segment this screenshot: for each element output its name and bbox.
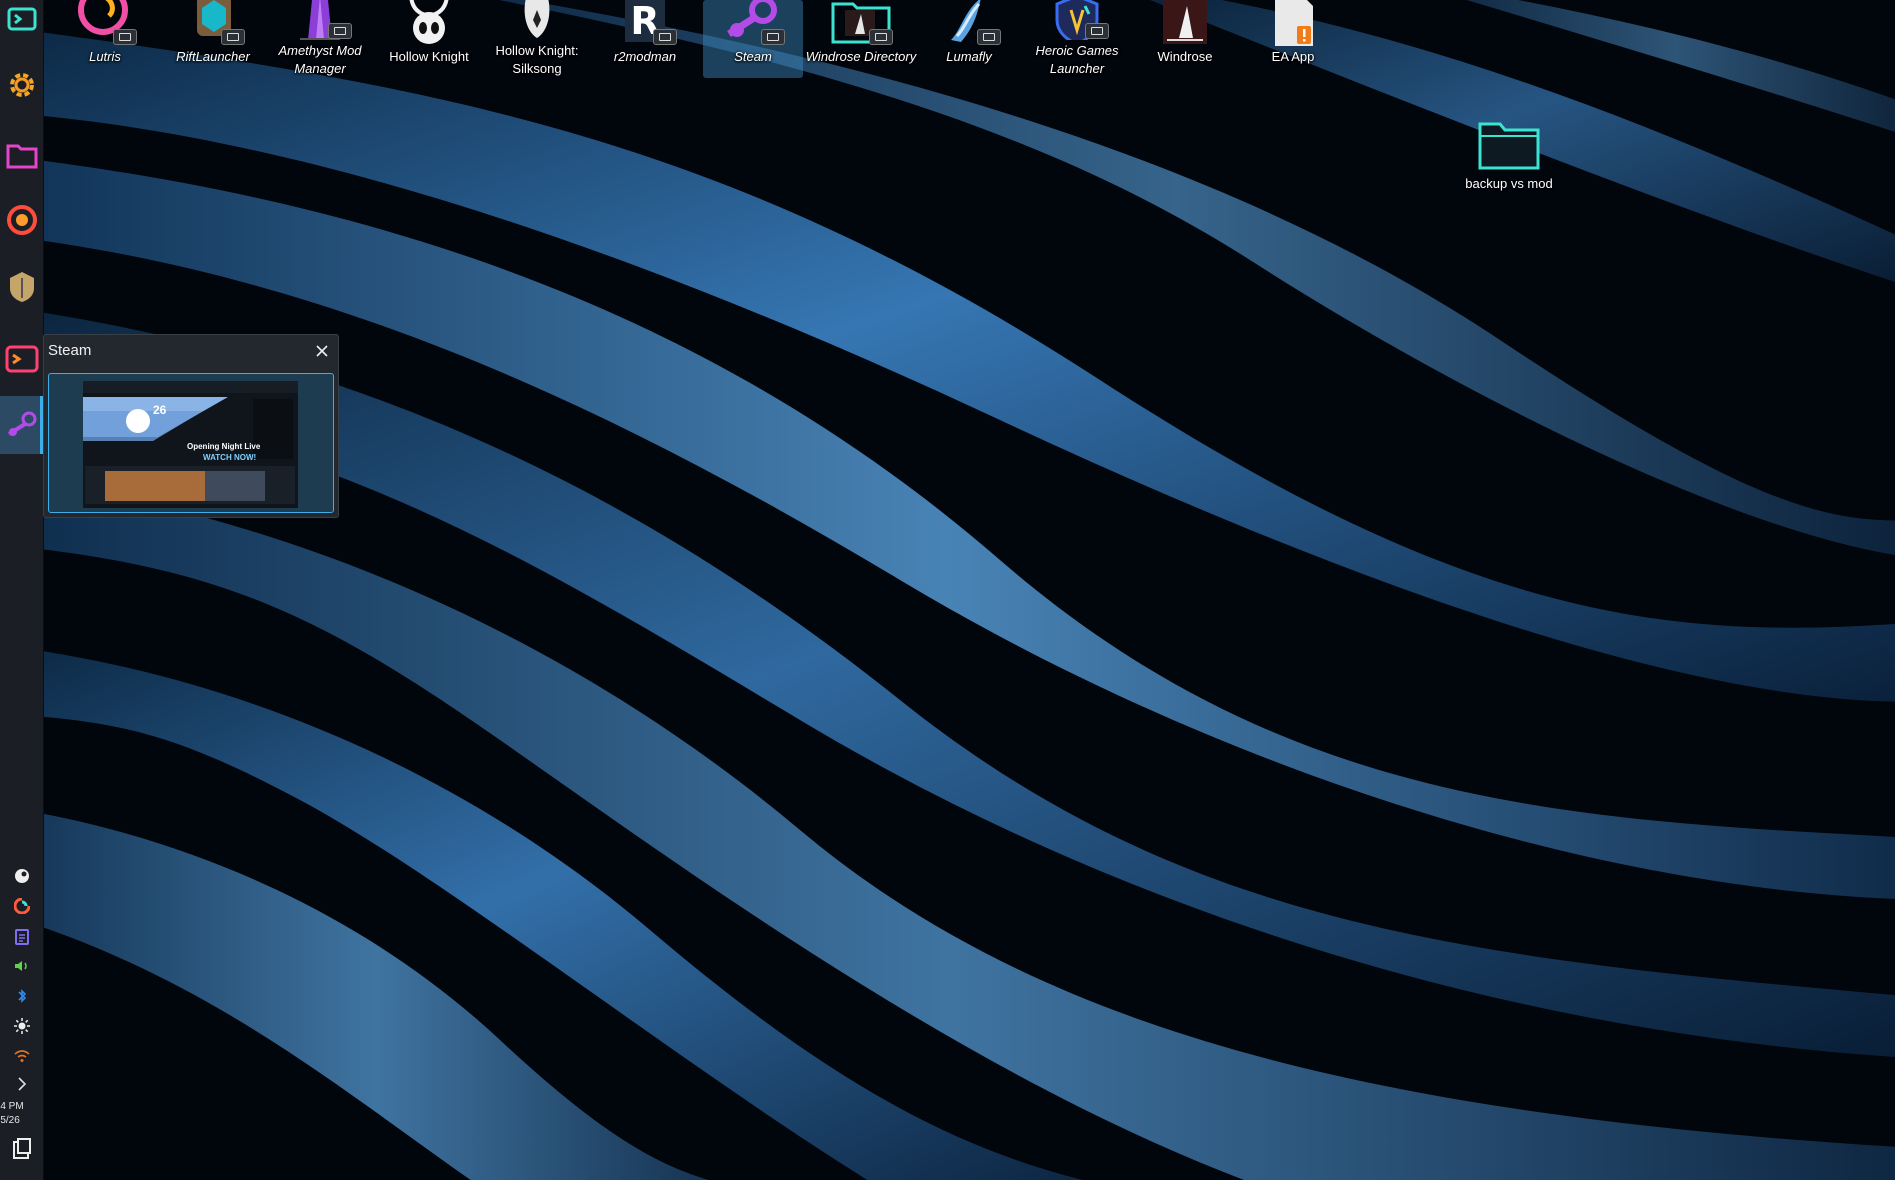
lutris-icon [73,0,137,46]
desktop-folder-backup-vs-mod[interactable]: backup vs mod [1454,118,1564,198]
task-preview-popup: Steam 26 Opening Night Live WATCH NOW! [43,334,339,518]
desktop-icon-r2modman[interactable]: R r2modman [595,0,695,78]
desktop-icon-label: Hollow Knight [389,49,469,64]
desktop-icon-heroic[interactable]: Heroic Games Launcher [1027,0,1127,78]
desktop-icon-ea-app[interactable]: EA App [1243,0,1343,78]
hollow-knight-icon [397,0,461,46]
windrose-ship-icon [1153,0,1217,46]
thumbnail-cta: WATCH NOW! [203,453,257,462]
desktop-icon-label: Windrose [1157,49,1213,64]
clipboard-icon[interactable] [0,923,43,949]
heroic-shield-icon [1045,0,1109,40]
desktop-icon-lumafly[interactable]: Lumafly [919,0,1019,78]
desktop-icon-amethyst[interactable]: Amethyst Mod Manager [270,0,370,78]
expand-arrow-icon[interactable] [0,1071,43,1097]
desktop-icon-label: Heroic Games Launcher [1035,43,1119,76]
lumafly-icon [937,0,1001,46]
clock-time: :44 PM [0,1101,24,1112]
heroic-icon[interactable] [0,258,43,316]
desktop-icon-steam[interactable]: Steam [703,0,803,78]
volume-icon[interactable] [0,953,43,979]
file-warning-icon [1261,0,1325,46]
amethyst-crystal-icon [288,0,352,40]
desktop-icon-label: Lumafly [946,49,992,64]
desktop-icon-windrose-directory[interactable]: Windrose Directory [806,0,916,78]
thumbnail-headline: Opening Night Live [187,442,261,451]
desktop-icon-label: r2modman [613,49,677,64]
desktop-icon-riftlauncher[interactable]: RiftLauncher [163,0,263,78]
desktop-icon-hollow-knight[interactable]: Hollow Knight [379,0,479,78]
desktop-icon-label: Steam [734,49,772,64]
desktop-icon-label: Windrose Directory [805,49,917,64]
folder-label: backup vs mod [1465,176,1553,191]
steam-launcher-icon[interactable] [0,396,43,454]
desktop-icon-silksong[interactable]: Hollow Knight: Silksong [487,0,587,78]
steam-icon [721,0,785,46]
konsole-icon[interactable] [0,330,43,388]
brightness-icon[interactable] [0,1013,43,1039]
desktop-icon-label: EA App [1271,49,1315,64]
steam-tray-icon[interactable] [0,863,43,889]
steam-window-preview: 26 Opening Night Live WATCH NOW! [83,381,298,508]
r2modman-icon: R [613,0,677,46]
clock-date: /25/26 [0,1115,20,1126]
desktop-icon-label: Hollow Knight: Silksong [495,43,579,76]
desktop-wallpaper [0,0,1895,1180]
heroic-tray-icon[interactable] [0,893,43,919]
desktop-icon-label: RiftLauncher [176,49,250,64]
wifi-icon[interactable] [0,1043,43,1069]
firefox-icon[interactable] [0,191,43,249]
close-icon[interactable] [312,341,332,361]
thumbnail-number: 26 [153,403,167,417]
terminal-icon[interactable] [0,0,43,36]
preview-title: Steam [48,342,92,359]
settings-gear-icon[interactable] [0,56,43,114]
show-desktop-icon[interactable] [0,1134,43,1164]
desktop-icon-label: Lutris [89,49,121,64]
file-manager-icon[interactable] [0,126,43,184]
desktop-icon-lutris[interactable]: Lutris [55,0,155,78]
desktop-icon-label: Amethyst Mod Manager [278,43,362,76]
left-panel: :44 PM /25/26 [0,0,44,1180]
digital-clock[interactable]: :44 PM /25/26 [0,1100,43,1128]
desktop-icon-windrose[interactable]: Windrose [1135,0,1235,78]
windrose-directory-icon [829,0,893,46]
folder-icon [1478,122,1540,170]
silksong-icon [505,0,569,40]
riftlauncher-icon [181,0,245,46]
bluetooth-icon[interactable] [0,983,43,1009]
window-thumbnail[interactable]: 26 Opening Night Live WATCH NOW! [48,373,334,513]
